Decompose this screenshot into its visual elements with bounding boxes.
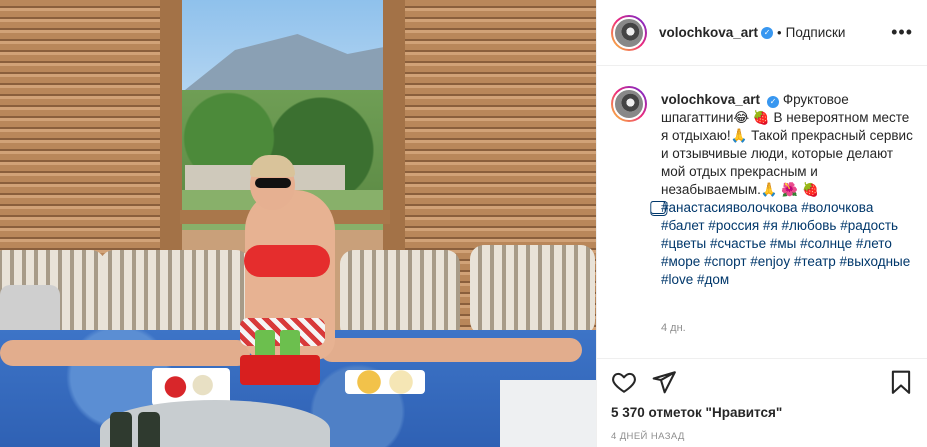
author-avatar[interactable] [611, 14, 647, 51]
photo-cushion [470, 245, 595, 335]
caption-text: volochkova_art ✓ Фруктовое шпагаттини😂 🍓 … [661, 91, 917, 289]
caption-block: volochkova_art ✓ Фруктовое шпагаттини😂 🍓 … [611, 86, 917, 356]
post-photo[interactable] [0, 0, 596, 447]
verified-badge-icon: ✓ [761, 26, 774, 39]
heart-icon[interactable] [611, 369, 637, 395]
post-actions: 5 370 отметок "Нравится" 4 ДНЕЙ НАЗАД [597, 358, 927, 447]
photo-shutter-left [0, 0, 168, 270]
post-header: volochkova_art ✓ • Подписки ••• [597, 0, 927, 66]
caption-body: Фруктовое шпагаттини😂 🍓 В невероятном ме… [661, 92, 913, 197]
photo-leg-left [0, 340, 250, 366]
follow-status-button[interactable]: Подписки [786, 25, 846, 40]
separator-dot: • [777, 25, 782, 40]
photo-cushion [340, 250, 460, 340]
caption-age: 4 дн. [661, 322, 686, 334]
bookmark-icon[interactable] [888, 369, 914, 395]
more-icon[interactable]: ••• [891, 22, 913, 43]
post-date[interactable]: 4 ДНЕЙ НАЗАД [611, 431, 685, 442]
photo-bottle [110, 412, 132, 447]
photo-cushion [100, 250, 250, 340]
caption-username[interactable]: volochkova_art [661, 92, 760, 107]
photo-post-left [160, 0, 182, 260]
share-icon[interactable] [651, 369, 677, 395]
likes-count[interactable]: 5 370 отметок "Нравится" [611, 405, 782, 420]
photo-sunglasses [255, 178, 291, 188]
photo-white-cloth [500, 380, 596, 447]
photo-hair [250, 155, 295, 177]
post-side-panel: volochkova_art ✓ • Подписки ••• volochko… [596, 0, 927, 447]
caption-avatar[interactable] [611, 86, 647, 122]
photo-fruit-plate [345, 370, 425, 394]
caption-hashtags[interactable]: ⃣#анастасияволочкова #волочкова #балет #… [661, 200, 910, 287]
verified-badge-icon: ✓ [767, 96, 780, 108]
photo-tray [240, 355, 320, 385]
author-username[interactable]: volochkova_art [659, 25, 758, 40]
photo-bottle [138, 412, 160, 447]
photo-leg-right [320, 338, 582, 362]
photo-swimsuit-top [244, 245, 330, 277]
